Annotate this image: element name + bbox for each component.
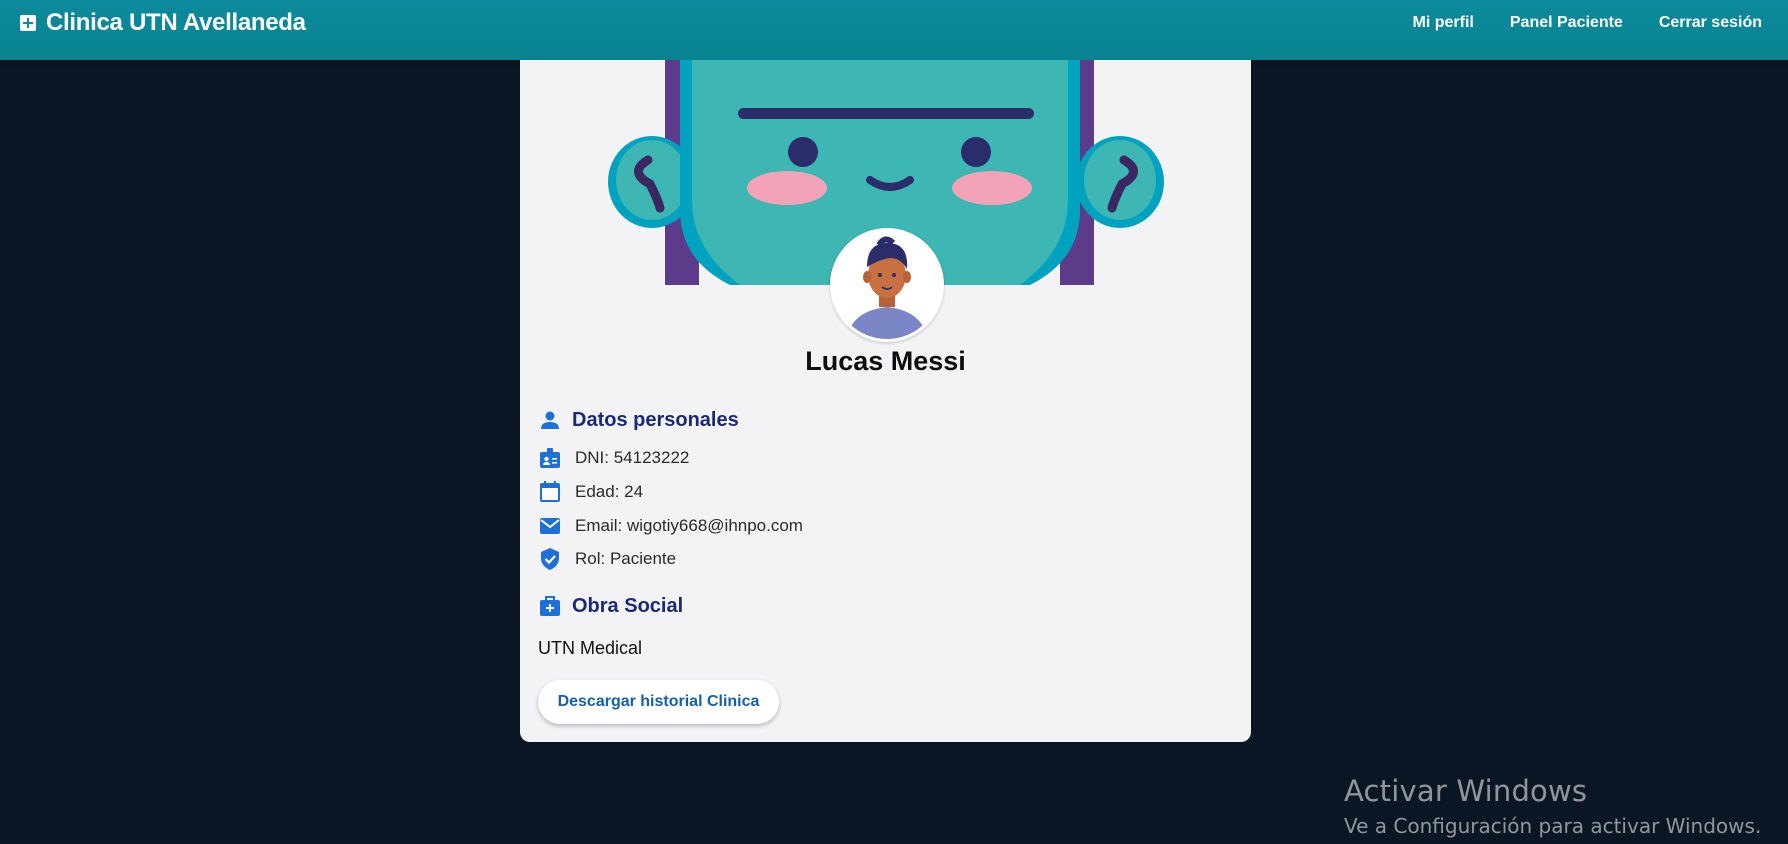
medical-plus-icon — [20, 15, 36, 31]
avatar-illustration — [833, 231, 941, 339]
user-avatar — [830, 228, 944, 342]
info-dni: DNI: 54123222 — [538, 446, 689, 470]
nav-link-mi-perfil[interactable]: Mi perfil — [1413, 14, 1474, 32]
id-badge-icon — [540, 448, 560, 468]
brand-title: Clinica UTN Avellaneda — [46, 9, 306, 36]
obra-social-value: UTN Medical — [538, 638, 643, 658]
navbar: Clinica UTN Avellaneda Mi perfil Panel P… — [0, 0, 1788, 60]
watermark-title: Activar Windows — [1344, 774, 1588, 808]
shield-check-icon — [541, 548, 559, 570]
info-email: Email: wigotiy668@ihnpo.com — [538, 514, 803, 538]
watermark-subtitle: Ve a Configuración para activar Windows. — [1344, 814, 1762, 838]
rol-value: Rol: Paciente — [575, 549, 677, 568]
edad-value: Edad: 24 — [575, 482, 644, 501]
windows-activation-watermark: Activar Windows Ve a Configuración para … — [1344, 774, 1761, 838]
profile-card: Lucas Messi Datos personales DNI: 541232… — [520, 60, 1251, 742]
calendar-icon — [540, 481, 560, 502]
obra-social-header: Obra Social — [538, 594, 683, 618]
nav-links: Mi perfil Panel Paciente Cerrar sesión — [1413, 14, 1762, 32]
info-rol: Rol: Paciente — [538, 547, 676, 571]
mail-icon — [540, 518, 560, 534]
email-value: Email: wigotiy668@ihnpo.com — [575, 516, 803, 535]
nav-link-cerrar-sesion[interactable]: Cerrar sesión — [1659, 14, 1762, 32]
profile-name: Lucas Messi — [805, 346, 966, 376]
dni-value: DNI: 54123222 — [575, 448, 690, 467]
brand[interactable]: Clinica UTN Avellaneda — [20, 9, 306, 37]
medical-bag-icon — [540, 596, 560, 616]
obra-social-title: Obra Social — [572, 594, 684, 617]
info-edad: Edad: 24 — [538, 480, 643, 504]
personal-data-title: Datos personales — [572, 408, 739, 431]
download-history-button[interactable]: Descargar historial Clinica — [538, 680, 779, 724]
person-icon — [541, 411, 559, 429]
nav-link-panel-paciente[interactable]: Panel Paciente — [1510, 14, 1623, 32]
personal-data-header: Datos personales — [538, 408, 739, 432]
